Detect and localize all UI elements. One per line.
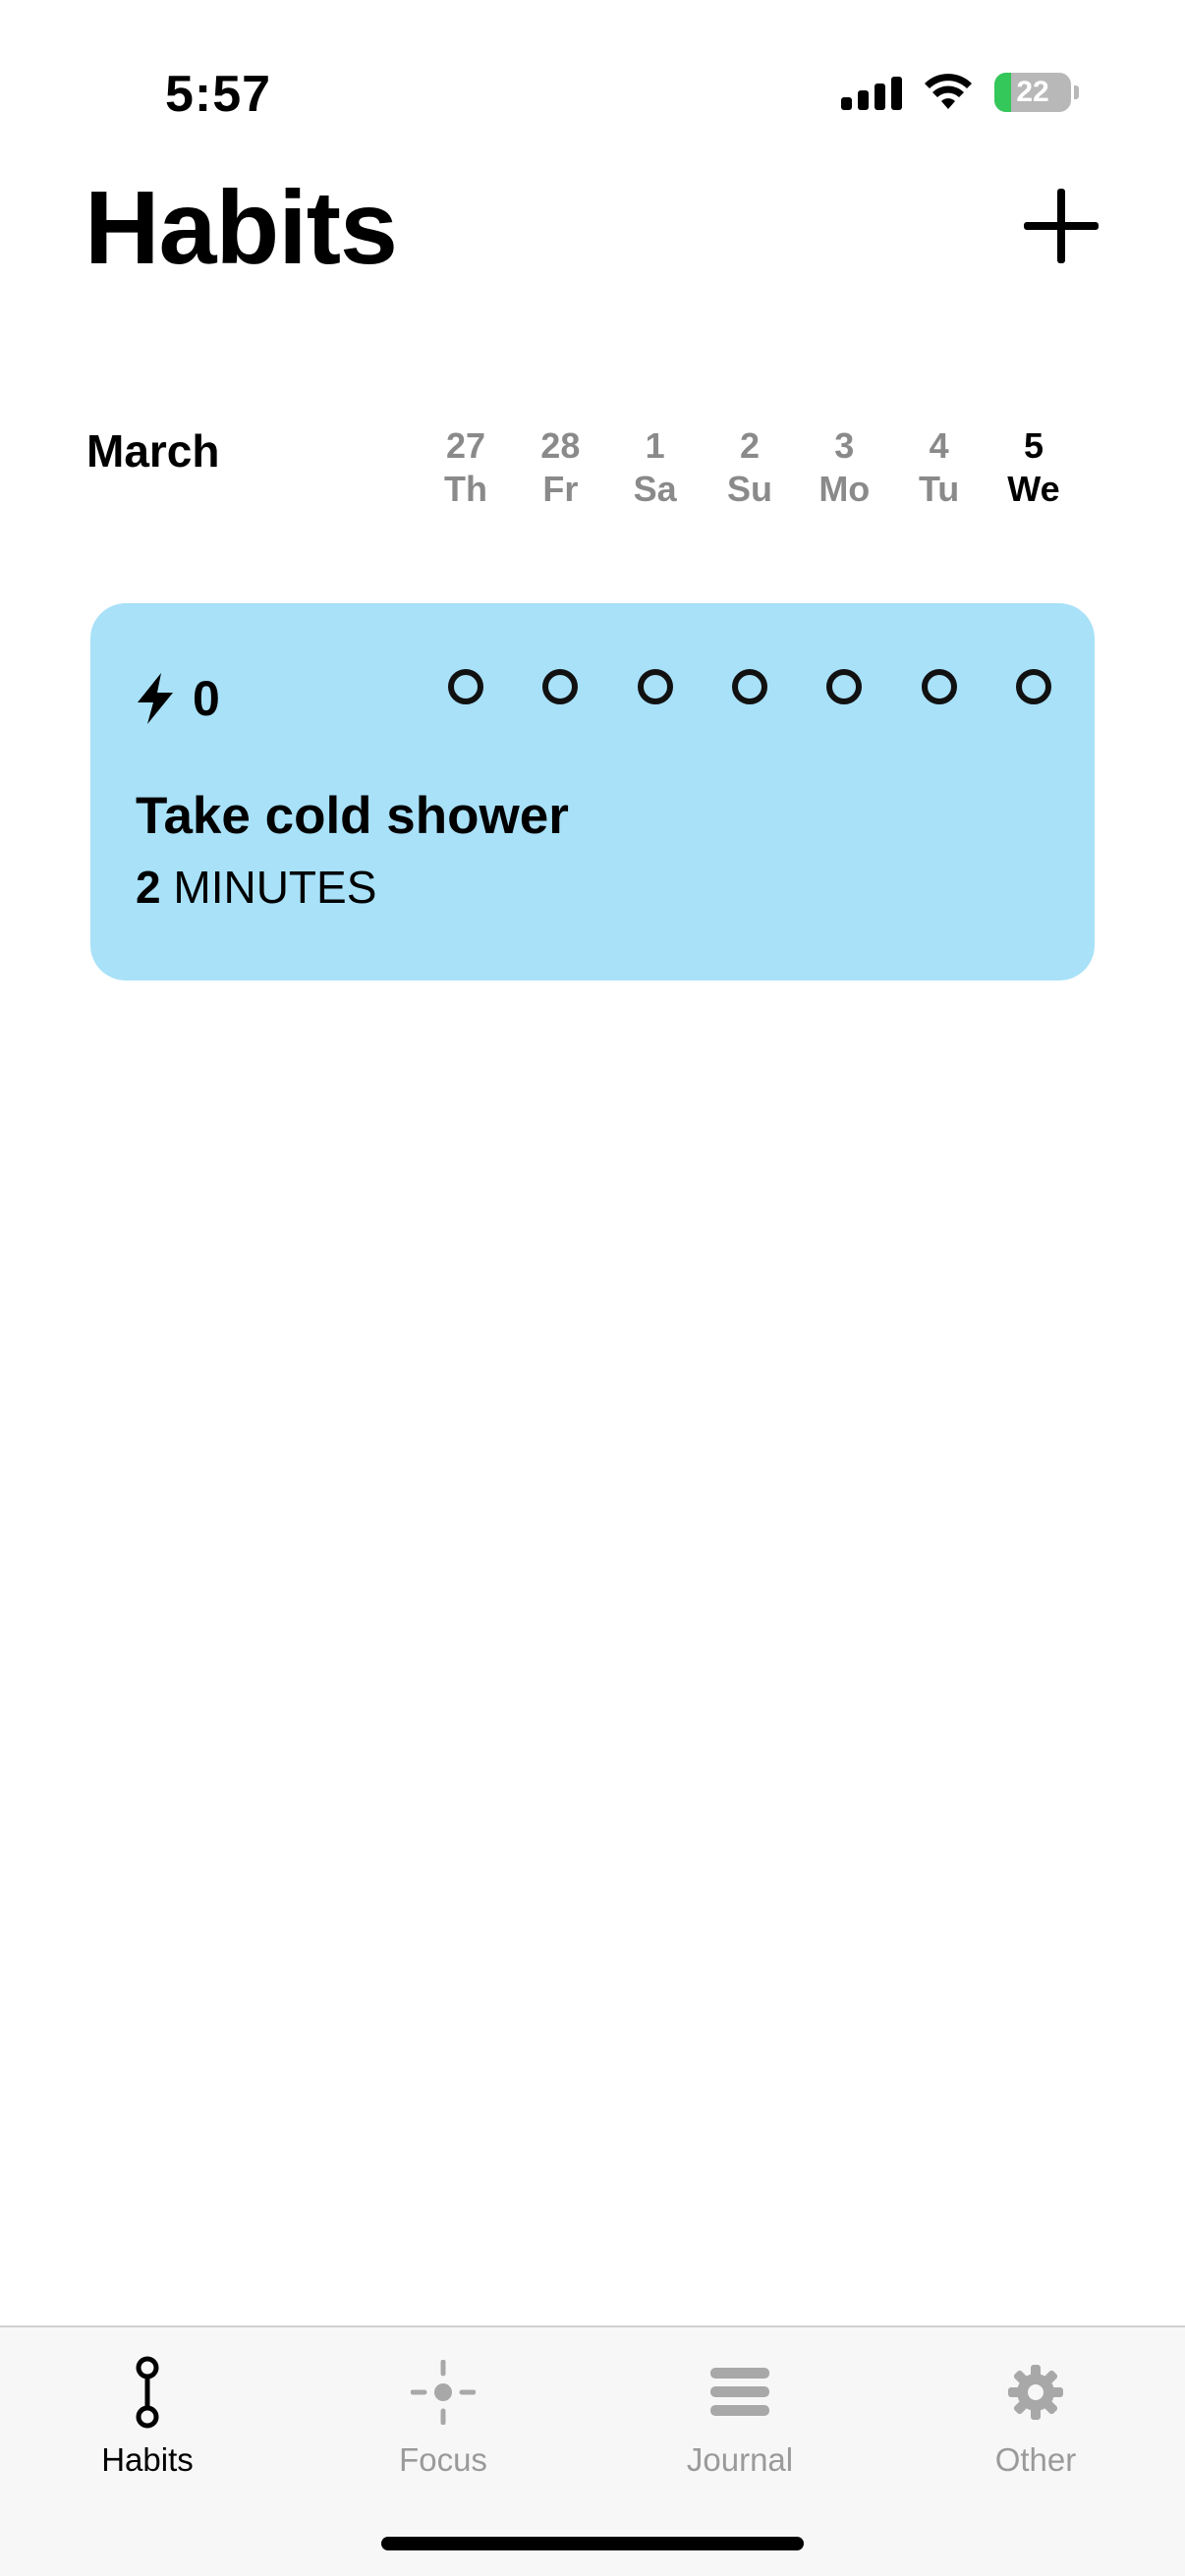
tab-label: Focus [399, 2441, 487, 2478]
day-date: 27 [445, 425, 486, 466]
focus-crosshair-icon [411, 2360, 476, 2425]
day-weekday: We [1007, 469, 1060, 509]
day-weekday: Tu [918, 469, 960, 509]
day-column: 1 Sa [611, 424, 700, 523]
home-indicator [381, 2537, 804, 2550]
completion-toggle[interactable] [637, 669, 673, 704]
tab-label: Other [994, 2441, 1077, 2478]
tab-label: Journal [686, 2441, 794, 2478]
day-weekday: Th [444, 469, 487, 509]
lightning-bolt-icon [138, 673, 173, 724]
gear-icon [1008, 2365, 1063, 2420]
cellular-signal-icon [841, 75, 902, 110]
duration-unit: MINUTES [173, 862, 377, 913]
day-column: 3 Mo [800, 424, 888, 523]
day-date: 3 [834, 425, 855, 466]
page-title: Habits [85, 170, 398, 286]
day-date: 28 [540, 425, 581, 466]
tab-focus[interactable]: Focus [296, 2353, 591, 2479]
habits-chain-icon [136, 2356, 159, 2429]
completion-row [422, 669, 1078, 708]
battery-percent: 22 [1016, 76, 1049, 108]
tab-habits[interactable]: Habits [0, 2353, 295, 2479]
journal-lines-icon [710, 2368, 769, 2416]
day-weekday: Mo [818, 469, 871, 509]
add-habit-button[interactable] [1024, 189, 1099, 263]
day-header-row: 27 Th 28 Fr 1 Sa 2 Su 3 Mo 4 Tu 5 We [422, 424, 1078, 523]
day-date: 2 [739, 425, 760, 466]
day-column: 4 Tu [895, 424, 984, 523]
habit-name: Take cold shower [136, 787, 569, 845]
streak-indicator: 0 [136, 670, 220, 727]
completion-toggle-today[interactable] [1015, 669, 1051, 704]
tab-label: Habits [101, 2441, 194, 2478]
status-icons: 22 [841, 73, 1079, 112]
habits-screen: 5:57 22 Habits March 27 Th 28 Fr 1 Sa 2 … [0, 0, 1185, 2576]
day-date: 5 [1023, 425, 1044, 466]
day-column: 2 Su [705, 424, 794, 523]
day-weekday: Fr [542, 469, 579, 509]
day-weekday: Sa [633, 469, 677, 509]
completion-toggle[interactable] [448, 669, 483, 704]
status-time: 5:57 [165, 66, 272, 123]
tab-other[interactable]: Other [888, 2353, 1183, 2479]
completion-toggle[interactable] [542, 669, 579, 704]
day-date: 1 [645, 425, 665, 466]
habit-card[interactable]: 0 Take cold shower 2 MINUTES [90, 603, 1095, 980]
battery-charging-icon: 22 [994, 73, 1079, 112]
completion-toggle[interactable] [921, 669, 957, 704]
habit-duration: 2 MINUTES [136, 861, 376, 914]
month-label: March [86, 425, 220, 476]
streak-count: 0 [193, 671, 220, 726]
battery-indicator: 22 [994, 73, 1071, 112]
day-column-today: 5 We [989, 424, 1078, 523]
day-weekday: Su [726, 469, 772, 509]
tab-journal[interactable]: Journal [592, 2353, 887, 2479]
day-date: 4 [929, 425, 949, 466]
completion-toggle[interactable] [731, 669, 767, 704]
completion-toggle[interactable] [826, 669, 863, 704]
wifi-icon [925, 74, 972, 109]
day-column: 28 Fr [516, 424, 604, 523]
day-column: 27 Th [422, 424, 510, 523]
duration-value: 2 [136, 862, 161, 913]
